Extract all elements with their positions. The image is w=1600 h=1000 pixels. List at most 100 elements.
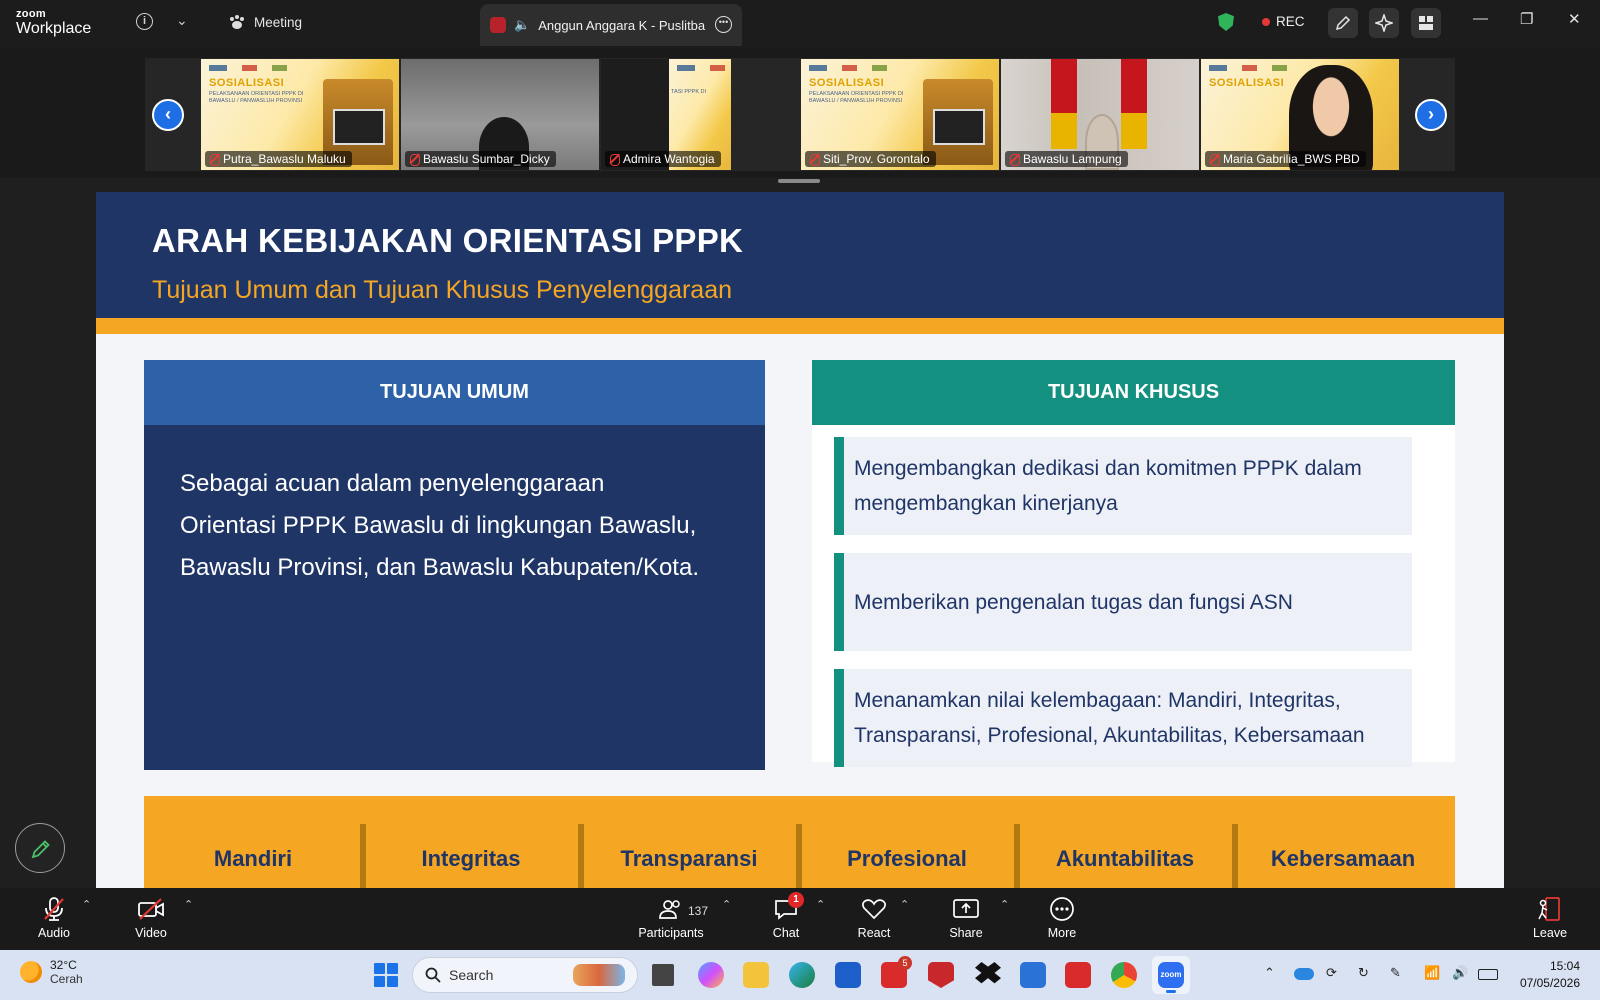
zoom-app-icon: zoom (1158, 962, 1184, 988)
participant-tile[interactable]: SOSIALISASI PELAKSANAAN ORIENTASI PPPK D… (201, 59, 399, 170)
tujuan-khusus-item: Memberikan pengenalan tugas dan fungsi A… (834, 553, 1412, 651)
video-options-caret[interactable]: ⌃ (184, 898, 193, 911)
participant-tile[interactable]: TASI PPPK DI Admira Wantogia (601, 59, 731, 170)
value-kebersamaan: Kebersamaan (1270, 846, 1416, 871)
mcafee-icon[interactable] (928, 962, 954, 988)
annotate-pen-button[interactable] (1328, 8, 1358, 38)
windows-taskbar: 32°C Cerah Search 5 zoom ⌃ ⟳ ↻ ✎ 📶 🔊 15:… (0, 950, 1600, 1000)
pen-icon (1335, 15, 1351, 31)
rec-dot-icon (1262, 17, 1270, 26)
onedrive-icon[interactable] (1294, 968, 1314, 980)
heart-icon (862, 899, 886, 920)
restore-icon[interactable]: ❐ (1520, 10, 1533, 28)
chat-options-caret[interactable]: ⌃ (816, 898, 825, 911)
pencil-icon (31, 840, 50, 859)
refresh-icon[interactable]: ↻ (1358, 965, 1369, 981)
edge-browser-icon[interactable] (789, 962, 815, 988)
participant-name: Bawaslu Lampung (1005, 151, 1128, 167)
taskbar-search[interactable]: Search (412, 957, 638, 993)
participant-tile[interactable]: SOSIALISASI PELAKSANAAN ORIENTASI PPPK D… (801, 59, 999, 170)
participant-tile[interactable]: SOSIALISASI Maria Gabrilia_BWS PBD (1201, 59, 1399, 170)
ai-companion-button[interactable] (1369, 8, 1399, 38)
chevron-down-icon[interactable]: ⌄ (176, 12, 188, 29)
participants-options-caret[interactable]: ⌃ (722, 898, 731, 911)
slide-header: ARAH KEBIJAKAN ORIENTASI PPPK Tujuan Umu… (96, 192, 1504, 318)
react-options-caret[interactable]: ⌃ (900, 898, 909, 911)
copilot-icon[interactable] (698, 962, 724, 988)
participant-tile[interactable]: Bawaslu Sumbar_Dicky (401, 59, 599, 170)
camera-off-icon (138, 898, 164, 920)
share-options-caret[interactable]: ⌃ (1000, 898, 1009, 911)
more-icon (1050, 897, 1074, 921)
meeting-info-icon[interactable]: i (136, 13, 153, 30)
slide-accent-band (96, 318, 1504, 334)
gallery-prev-button[interactable]: ‹ (152, 99, 184, 131)
value-akuntabilitas: Akuntabilitas (1055, 846, 1195, 871)
system-clock[interactable]: 15:04 07/05/2026 (1490, 958, 1580, 992)
apps-button[interactable] (1411, 8, 1441, 38)
windows-start-icon[interactable] (374, 963, 398, 987)
sync-icon[interactable]: ⟳ (1326, 965, 1337, 981)
meeting-controls: Audio ⌃ Video ⌃ Participants 137 ⌃ Chat … (0, 888, 1600, 950)
wifi-icon[interactable]: 📶 (1424, 965, 1440, 981)
zoom-taskbar-app[interactable]: zoom (1152, 956, 1190, 994)
tujuan-khusus-item: Mengembangkan dedikasi dan komitmen PPPK… (834, 437, 1412, 535)
sparkle-icon (1375, 14, 1393, 32)
more-options-icon[interactable]: ••• (715, 16, 732, 33)
tray-overflow-icon[interactable]: ⌃ (1264, 965, 1275, 981)
close-icon[interactable]: ✕ (1568, 10, 1581, 28)
file-explorer-icon[interactable] (743, 962, 769, 988)
participant-name: Putra_Bawaslu Maluku (205, 151, 352, 167)
outlook-icon[interactable] (1020, 962, 1046, 988)
slide-title: ARAH KEBIJAKAN ORIENTASI PPPK (152, 222, 744, 259)
tujuan-umum-panel: Sebagai acuan dalam penyelenggaraan Orie… (144, 425, 765, 770)
tujuan-khusus-item: Menanamkan nilai kelembagaan: Mandiri, I… (834, 669, 1412, 767)
mic-muted-icon (44, 897, 64, 921)
share-button[interactable]: Share (946, 894, 986, 940)
annotation-button[interactable] (15, 823, 65, 873)
grid-icon (1419, 16, 1433, 30)
meeting-tab[interactable]: Meeting (228, 14, 302, 30)
participant-name: Maria Gabrilia_BWS PBD (1205, 151, 1366, 167)
chat-unread-badge: 1 (788, 892, 804, 908)
tujuan-umum-heading: TUJUAN UMUM (144, 360, 765, 425)
participants-icon (659, 900, 680, 919)
value-profesional: Profesional (847, 846, 967, 871)
recording-indicator[interactable]: REC (1262, 14, 1305, 29)
more-button[interactable]: More (1042, 894, 1082, 940)
participant-name: Bawaslu Sumbar_Dicky (405, 151, 556, 167)
flag-shape (1121, 59, 1147, 149)
rec-label: REC (1276, 14, 1305, 29)
participant-name: Admira Wantogia (605, 151, 721, 167)
volume-icon[interactable]: 🔊 (1452, 965, 1468, 981)
leave-button[interactable]: Leave (1530, 894, 1570, 940)
pen-tray-icon[interactable]: ✎ (1390, 965, 1401, 981)
sun-icon (20, 961, 42, 983)
wps-office-icon[interactable] (1065, 962, 1091, 988)
share-screen-icon (953, 899, 979, 918)
leave-door-icon (1538, 897, 1560, 921)
gallery-next-button[interactable]: › (1415, 99, 1447, 131)
speaker-avatar (490, 17, 506, 33)
audio-button[interactable]: Audio (34, 894, 74, 940)
audio-options-caret[interactable]: ⌃ (82, 898, 91, 911)
minimize-icon[interactable]: — (1473, 10, 1488, 27)
notification-badge: 5 (898, 956, 912, 970)
participant-tile[interactable]: Bawaslu Lampung (1001, 59, 1199, 170)
participant-name: Siti_Prov. Gorontalo (805, 151, 936, 167)
encryption-shield-icon[interactable] (1218, 13, 1234, 31)
dropbox-icon[interactable] (975, 962, 1001, 984)
paw-icon (230, 15, 244, 29)
react-button[interactable]: React (854, 894, 894, 940)
microsoft-store-icon[interactable] (835, 962, 861, 988)
video-button[interactable]: Video (130, 894, 172, 940)
value-mandiri: Mandiri (213, 846, 293, 871)
chrome-icon[interactable] (1111, 962, 1137, 988)
active-speaker-tab[interactable]: 🔈 Anggun Anggara K - Puslitba ••• (480, 4, 742, 46)
title-bar: zoom Workplace i ⌄ Meeting 🔈 Anggun Angg… (0, 0, 1600, 48)
task-view-icon[interactable] (652, 964, 674, 986)
tujuan-khusus-panel: Mengembangkan dedikasi dan komitmen PPPK… (812, 425, 1455, 767)
strip-resize-handle[interactable] (778, 179, 820, 183)
zoom-logo: zoom Workplace (16, 8, 92, 37)
weather-widget[interactable]: 32°C Cerah (20, 958, 83, 986)
